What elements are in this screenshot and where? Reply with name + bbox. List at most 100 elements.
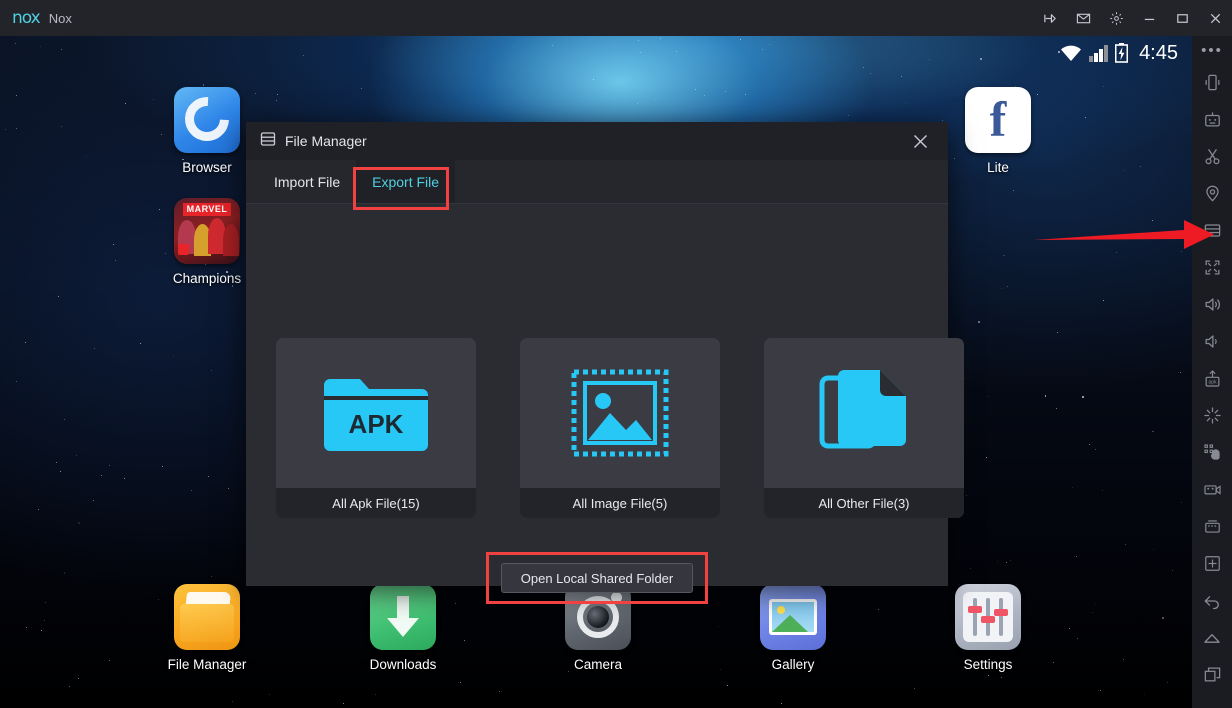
apk-folder-icon: APK bbox=[276, 338, 476, 488]
star bbox=[1089, 444, 1090, 445]
star bbox=[1001, 288, 1002, 289]
screenshot-icon[interactable] bbox=[1192, 508, 1232, 545]
star bbox=[725, 91, 726, 92]
star bbox=[593, 79, 594, 80]
star bbox=[1180, 372, 1181, 373]
location-icon[interactable] bbox=[1192, 175, 1232, 212]
dialog-tab-bar: Import File Export File bbox=[246, 160, 948, 204]
shake-device-icon[interactable] bbox=[1192, 64, 1232, 101]
more-options-icon[interactable]: ••• bbox=[1192, 36, 1232, 64]
minimize-button[interactable] bbox=[1133, 0, 1166, 36]
star bbox=[64, 419, 65, 420]
star bbox=[695, 89, 696, 90]
star bbox=[942, 120, 943, 121]
star bbox=[718, 626, 719, 627]
star bbox=[16, 381, 17, 382]
star bbox=[1103, 86, 1104, 87]
home-icon[interactable] bbox=[1192, 619, 1232, 656]
star bbox=[1125, 544, 1126, 545]
star bbox=[1072, 487, 1073, 488]
clean-sparkle-icon[interactable] bbox=[1192, 397, 1232, 434]
dock-icon-downloads[interactable]: Downloads bbox=[355, 584, 451, 672]
file-manager-icon[interactable] bbox=[1192, 212, 1232, 249]
star bbox=[1007, 286, 1008, 287]
window-title-bar: nox Nox bbox=[0, 0, 1232, 36]
android-status-bar: 4:45 bbox=[0, 36, 1192, 70]
star bbox=[173, 356, 174, 357]
maximize-button[interactable] bbox=[1166, 0, 1199, 36]
dock-icon-file-manager[interactable]: File Manager bbox=[159, 584, 255, 672]
multi-window-icon[interactable] bbox=[1192, 545, 1232, 582]
install-apk-icon[interactable]: apk bbox=[1192, 360, 1232, 397]
star bbox=[153, 99, 154, 100]
star bbox=[1003, 255, 1005, 257]
tab-import-file[interactable]: Import File bbox=[258, 160, 356, 203]
app-icon-facebook-lite[interactable]: f Lite bbox=[950, 87, 1046, 175]
star bbox=[203, 84, 205, 86]
star bbox=[1103, 300, 1104, 301]
app-label: Settings bbox=[940, 657, 1036, 672]
star bbox=[704, 95, 705, 96]
star bbox=[1082, 396, 1084, 398]
status-bar-clock: 4:45 bbox=[1139, 42, 1178, 65]
star bbox=[113, 244, 114, 245]
downloads-icon bbox=[370, 584, 436, 650]
app-icon-browser[interactable]: Browser bbox=[159, 87, 255, 175]
volume-up-icon[interactable] bbox=[1192, 286, 1232, 323]
star bbox=[997, 561, 998, 562]
app-icon-champions[interactable]: MARVEL Champions bbox=[159, 198, 255, 286]
star bbox=[460, 682, 461, 683]
settings-icon bbox=[955, 584, 1021, 650]
star bbox=[208, 476, 209, 477]
wifi-icon bbox=[1059, 44, 1083, 62]
macro-recorder-icon[interactable] bbox=[1192, 101, 1232, 138]
pin-window-button[interactable] bbox=[1034, 0, 1067, 36]
star bbox=[1010, 560, 1011, 561]
star bbox=[986, 457, 987, 458]
star bbox=[64, 572, 66, 574]
star bbox=[1077, 638, 1078, 639]
dock-icon-settings[interactable]: Settings bbox=[940, 584, 1036, 672]
other-file-icon bbox=[764, 338, 964, 488]
multi-touch-icon[interactable] bbox=[1192, 434, 1232, 471]
star bbox=[1095, 449, 1096, 450]
app-label: Lite bbox=[950, 160, 1046, 175]
star bbox=[361, 88, 362, 89]
star bbox=[988, 396, 989, 397]
star bbox=[464, 640, 465, 641]
open-local-shared-folder-button[interactable]: Open Local Shared Folder bbox=[501, 563, 693, 593]
star bbox=[720, 669, 721, 670]
star bbox=[1001, 677, 1002, 678]
tab-export-file[interactable]: Export File bbox=[356, 160, 455, 203]
star bbox=[162, 466, 163, 467]
card-all-apk-file[interactable]: APK All Apk File(15) bbox=[276, 338, 476, 518]
card-all-image-file[interactable]: All Image File(5) bbox=[520, 338, 720, 518]
star bbox=[269, 694, 270, 695]
video-record-icon[interactable] bbox=[1192, 471, 1232, 508]
back-icon[interactable] bbox=[1192, 582, 1232, 619]
star bbox=[1123, 659, 1124, 660]
nox-logo: nox bbox=[12, 8, 40, 28]
star bbox=[905, 102, 906, 103]
volume-down-icon[interactable] bbox=[1192, 323, 1232, 360]
star bbox=[44, 620, 45, 621]
mail-button[interactable] bbox=[1067, 0, 1100, 36]
close-button[interactable] bbox=[1199, 0, 1232, 36]
star bbox=[41, 630, 42, 631]
app-label: Camera bbox=[550, 657, 646, 672]
dialog-close-button[interactable] bbox=[902, 122, 938, 160]
star bbox=[1124, 170, 1125, 171]
star bbox=[781, 703, 782, 704]
star bbox=[78, 522, 80, 524]
recent-apps-icon[interactable] bbox=[1192, 656, 1232, 693]
file-manager-icon bbox=[174, 584, 240, 650]
scissors-icon[interactable] bbox=[1192, 138, 1232, 175]
card-all-other-file[interactable]: All Other File(3) bbox=[764, 338, 964, 518]
settings-gear-button[interactable] bbox=[1100, 0, 1133, 36]
star bbox=[125, 103, 126, 104]
dock-icon-gallery[interactable]: Gallery bbox=[745, 584, 841, 672]
app-label: Downloads bbox=[355, 657, 451, 672]
fullscreen-icon[interactable] bbox=[1192, 249, 1232, 286]
star bbox=[1181, 502, 1182, 503]
star bbox=[870, 73, 871, 74]
